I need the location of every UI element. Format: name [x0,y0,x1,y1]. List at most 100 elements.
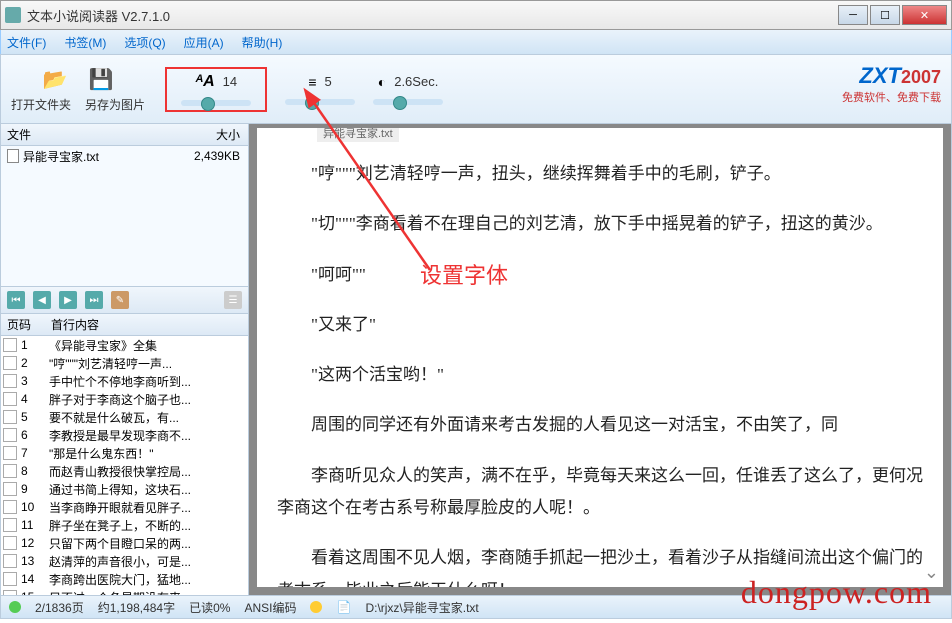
toolbar: 📂 💾 打开文件夹 另存为图片 ᴬA 14 ≡ 5 ◐ 2.6Sec. [0,54,952,124]
file-size: 2,439KB [168,149,248,163]
status-led-icon [9,601,21,613]
page-icon [3,590,17,595]
page-number: 4 [21,392,49,406]
reader-tab[interactable]: 异能寻宝家.txt [317,124,399,142]
speed-slider[interactable] [373,99,443,105]
page-first-line: 只不过一个冬星期没有来... [49,589,248,596]
page-icon [3,374,17,388]
menu-options[interactable]: 选项(Q) [124,34,165,51]
menubar: 文件(F) 书签(M) 选项(Q) 应用(A) 帮助(H) [0,30,952,54]
page-row[interactable]: 14李商跨出医院大门，猛地... [1,570,248,588]
page-row[interactable]: 5要不就是什么破瓦，有... [1,408,248,426]
line-spacing-value: 5 [325,74,332,89]
page-number: 6 [21,428,49,442]
line-spacing-slider[interactable] [285,99,355,105]
page-list-header: 页码 首行内容 [1,314,248,336]
reader-pane[interactable]: 异能寻宝家.txt "哼"""刘艺清轻哼一声，扭头，继续挥舞着手中的毛刷，铲子。… [249,124,951,595]
page-number: 14 [21,572,49,586]
page-first-line: 只留下两个目瞪口呆的两... [49,535,248,552]
page-row[interactable]: 15只不过一个冬星期没有来... [1,588,248,595]
sidebar: 文件 大小 异能寻宝家.txt 2,439KB ⏮ ◀ ▶ ⏭ ✎ ☰ 页码 首行… [1,124,249,595]
page-first-line: 而赵青山教授很快掌控局... [49,463,248,480]
page-row[interactable]: 10当李商睁开眼就看见胖子... [1,498,248,516]
page-number: 15 [21,590,49,595]
page-icon [3,572,17,586]
page-icon [3,464,17,478]
font-size-value: 14 [223,74,237,89]
page-number: 12 [21,536,49,550]
window-title: 文本小说阅读器 V2.7.1.0 [27,6,838,25]
nav-first-button[interactable]: ⏮ [7,291,25,309]
close-button[interactable]: ✕ [902,5,947,25]
file-list-header: 文件 大小 [1,124,248,146]
page-row[interactable]: 3手中忙个不停地李商听到... [1,372,248,390]
page-row[interactable]: 8而赵青山教授很快掌控局... [1,462,248,480]
speed-control[interactable]: ◐ 2.6Sec. [373,74,443,105]
file-name: 异能寻宝家.txt [23,148,99,165]
nav-last-button[interactable]: ⏭ [85,291,103,309]
save-icon: 💾 [87,66,115,94]
status-read: 已读0% [189,599,230,616]
minimize-button[interactable]: ─ [838,5,868,25]
page-row[interactable]: 4胖子对于李商这个脑子也... [1,390,248,408]
page-row[interactable]: 7"那是什么鬼东西！" [1,444,248,462]
page-icon [3,356,17,370]
folder-icon: 📂 [41,66,69,94]
reader-line: "又来了" [277,309,923,341]
open-folder-button[interactable]: 📂 [41,66,69,94]
page-first-line: 手中忙个不停地李商听到... [49,373,248,390]
status-encoding: ANSI编码 [244,599,296,616]
file-col-size: 大小 [168,126,248,143]
file-row[interactable]: 异能寻宝家.txt 2,439KB [1,146,248,166]
page-row[interactable]: 1《异能寻宝家》全集 [1,336,248,354]
page-row[interactable]: 2"哼"""刘艺清轻哼一声... [1,354,248,372]
status-chars: 约1,198,484字 [98,599,175,616]
page-number: 7 [21,446,49,460]
status-led2-icon [310,601,322,613]
page-row[interactable]: 6李教授是最早发现李商不... [1,426,248,444]
page-number: 8 [21,464,49,478]
page-icon [3,554,17,568]
page-number: 2 [21,356,49,370]
page-row[interactable]: 11胖子坐在凳子上，不断的... [1,516,248,534]
save-image-button[interactable]: 💾 [87,66,115,94]
file-col-name: 文件 [1,126,168,143]
file-list: 异能寻宝家.txt 2,439KB [1,146,248,286]
menu-file[interactable]: 文件(F) [7,34,46,51]
reader-line: 周围的同学还有外面请来考古发掘的人看见这一对活宝，不由笑了，同 [277,409,923,441]
maximize-button[interactable]: ☐ [870,5,900,25]
font-size-slider[interactable] [181,100,251,106]
page-icon [3,428,17,442]
reader-line: "呵呵"" [277,259,923,291]
watermark: dongpow.com [741,574,932,611]
nav-tool-button[interactable]: ✎ [111,291,129,309]
page-first-line: 赵清萍的声音很小，可是... [49,553,248,570]
page-icon [3,500,17,514]
open-folder-label: 打开文件夹 [11,96,71,113]
reader-line: "切"""李商看着不在理自己的刘艺清，放下手中摇晃着的铲子，扭这的黄沙。 [277,208,923,240]
menu-help[interactable]: 帮助(H) [242,34,283,51]
page-list[interactable]: 1《异能寻宝家》全集2"哼"""刘艺清轻哼一声...3手中忙个不停地李商听到..… [1,336,248,595]
page-icon [3,410,17,424]
nav-misc-button[interactable]: ☰ [224,291,242,309]
page-icon [3,482,17,496]
page-first-line: 当李商睁开眼就看见胖子... [49,499,248,516]
page-first-line: "哼"""刘艺清轻哼一声... [49,355,248,372]
page-number: 10 [21,500,49,514]
page-row[interactable]: 9通过书简上得知，这块石... [1,480,248,498]
page-first-line: 通过书简上得知，这块石... [49,481,248,498]
page-col-first: 首行内容 [51,316,248,333]
nav-next-button[interactable]: ▶ [59,291,77,309]
file-icon [7,149,19,163]
page-icon [3,518,17,532]
menu-app[interactable]: 应用(A) [184,34,224,51]
menu-bookmark[interactable]: 书签(M) [64,34,106,51]
page-number: 11 [21,518,49,532]
page-row[interactable]: 12只留下两个目瞪口呆的两... [1,534,248,552]
page-row[interactable]: 13赵清萍的声音很小，可是... [1,552,248,570]
line-spacing-control[interactable]: ≡ 5 [285,74,355,105]
font-size-control[interactable]: ᴬA 14 [165,67,267,112]
save-image-label: 另存为图片 [85,96,145,113]
page-col-num: 页码 [1,316,51,333]
nav-prev-button[interactable]: ◀ [33,291,51,309]
